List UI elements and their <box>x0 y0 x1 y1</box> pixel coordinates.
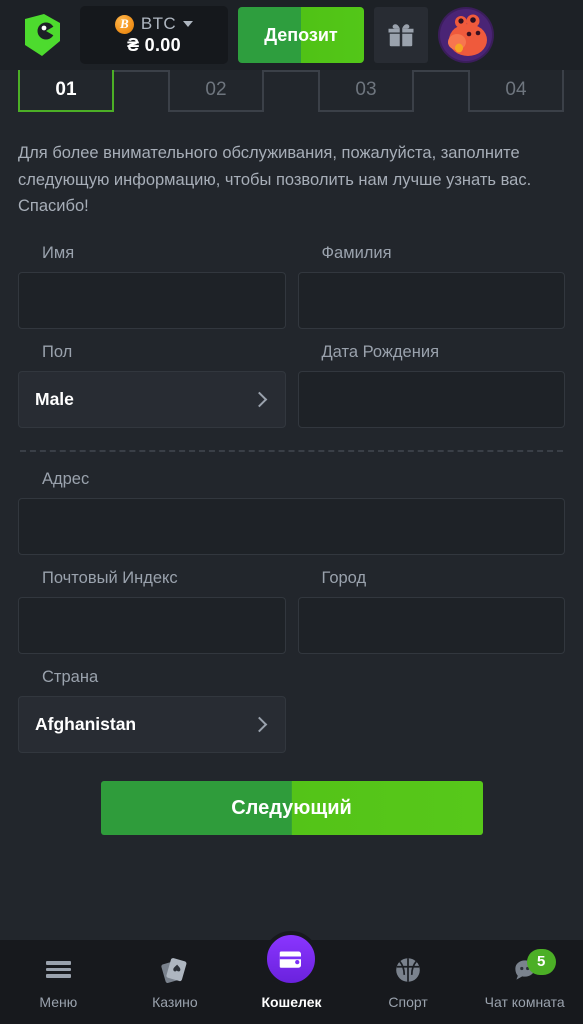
country-row: Страна Afghanistan <box>18 654 566 754</box>
city-input[interactable] <box>297 597 565 655</box>
step-tab-04[interactable]: 04 <box>414 70 564 112</box>
step-tab-02[interactable]: 02 <box>114 70 264 112</box>
country-row-spacer <box>298 668 566 753</box>
address-input[interactable] <box>18 498 565 556</box>
balance-amount: ₴ 0.00 <box>127 35 181 55</box>
nav-label-chat: Чат комната <box>484 993 565 1010</box>
country-field-group: Страна Afghanistan <box>18 668 286 754</box>
nav-label-wallet: Кошелек <box>261 993 322 1010</box>
chat-unread-badge: 5 <box>526 948 556 975</box>
bottom-navigation: Меню Казино Кошелек Спорт 5 Чат комната <box>0 930 583 1024</box>
currency-balance-selector[interactable]: B BTC ₴ 0.00 <box>80 6 228 64</box>
last-name-label: Фамилия <box>321 244 392 263</box>
nav-item-casino[interactable]: Казино <box>117 940 234 1024</box>
last-name-input[interactable] <box>297 272 565 330</box>
section-divider <box>20 450 563 453</box>
address-label: Адрес <box>42 470 90 489</box>
chevron-right-icon <box>251 391 267 408</box>
birth-date-input[interactable] <box>297 371 565 429</box>
step-label: 02 <box>205 79 227 100</box>
address-row: Адрес <box>18 456 565 556</box>
wallet-icon <box>263 930 320 987</box>
form-content: Для более внимательного обслуживания, по… <box>0 120 583 940</box>
top-header: B BTC ₴ 0.00 Депозит <box>0 0 583 70</box>
postal-code-label: Почтовый Индекс <box>42 569 178 588</box>
gender-birth-row: Пол Male Дата Рождения <box>18 329 565 429</box>
basketball-icon <box>393 955 423 985</box>
gender-label: Пол <box>42 343 73 362</box>
deposit-button[interactable]: Депозит <box>238 7 364 63</box>
step-label: 01 <box>55 79 77 100</box>
postal-code-field-group: Почтовый Индекс <box>18 569 286 655</box>
nav-item-wallet[interactable]: Кошелек <box>233 930 350 1024</box>
step-indicator: 01 02 03 04 <box>0 70 583 120</box>
country-select[interactable]: Afghanistan <box>18 696 286 754</box>
country-label: Страна <box>42 668 99 687</box>
intro-text: Для более внимательного обслуживания, по… <box>18 144 532 216</box>
step-tab-03[interactable]: 03 <box>264 70 414 112</box>
currency-code: BTC <box>140 14 177 33</box>
gift-box-icon[interactable] <box>374 7 428 63</box>
name-row: Имя Фамилия <box>18 230 565 330</box>
next-button-wrap: Следующий <box>18 781 565 836</box>
next-button[interactable]: Следующий <box>100 781 483 836</box>
dragon-avatar-icon[interactable] <box>438 7 494 63</box>
currency-row: B BTC <box>114 14 194 34</box>
birth-date-field-group: Дата Рождения <box>297 343 565 429</box>
last-name-field-group: Фамилия <box>297 244 565 330</box>
address-field-group: Адрес <box>18 470 565 556</box>
city-field-group: Город <box>297 569 565 655</box>
chevron-right-icon <box>251 716 267 733</box>
playing-cards-icon <box>160 955 190 985</box>
gender-value: Male <box>35 389 74 410</box>
gender-field-group: Пол Male <box>18 343 286 429</box>
nav-label-menu: Меню <box>39 993 78 1010</box>
postal-city-row: Почтовый Индекс Город <box>18 555 565 655</box>
step-tab-01[interactable]: 01 <box>18 70 114 112</box>
first-name-label: Имя <box>42 244 75 263</box>
hamburger-menu-icon <box>45 955 71 985</box>
nav-label-sport: Спорт <box>388 993 428 1010</box>
chat-bubble-icon: 5 <box>510 948 556 985</box>
gender-select[interactable]: Male <box>18 371 286 429</box>
city-label: Город <box>321 569 367 588</box>
nav-item-sport[interactable]: Спорт <box>350 940 467 1024</box>
postal-code-input[interactable] <box>18 597 286 655</box>
country-value: Afghanistan <box>35 714 137 735</box>
birth-date-label: Дата Рождения <box>321 343 440 362</box>
step-label: 04 <box>505 79 527 100</box>
first-name-field-group: Имя <box>18 244 286 330</box>
nav-item-chat[interactable]: 5 Чат комната <box>466 940 583 1024</box>
bitcoin-coin-icon: B <box>114 14 134 34</box>
app-screen: B BTC ₴ 0.00 Депозит 01 02 03 04 Для бол… <box>0 0 583 1024</box>
bitkong-logo-icon[interactable] <box>14 7 70 63</box>
first-name-input[interactable] <box>18 272 286 330</box>
chevron-down-icon[interactable] <box>183 21 194 27</box>
nav-item-menu[interactable]: Меню <box>0 940 117 1024</box>
step-label: 03 <box>355 79 377 100</box>
nav-label-casino: Казино <box>152 993 198 1010</box>
